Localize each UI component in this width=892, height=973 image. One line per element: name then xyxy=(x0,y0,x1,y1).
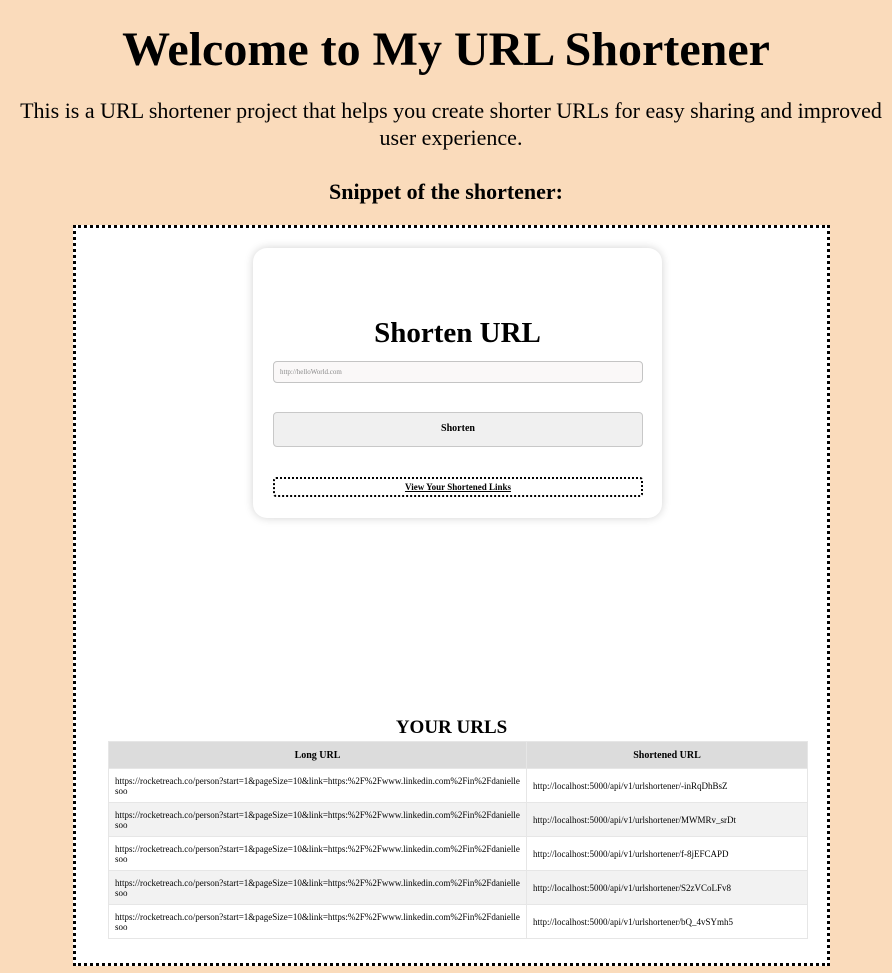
long-url-cell: https://rocketreach.co/person?start=1&pa… xyxy=(108,904,527,939)
view-shortened-links-link[interactable]: View Your Shortened Links xyxy=(273,477,643,497)
url-input[interactable] xyxy=(273,361,643,383)
short-url-cell[interactable]: http://localhost:5000/api/v1/urlshortene… xyxy=(526,802,808,837)
table-row: https://rocketreach.co/person?start=1&pa… xyxy=(108,904,808,939)
snippet-frame: Shorten URL Shorten View Your Shortened … xyxy=(73,225,830,966)
short-url-cell[interactable]: http://localhost:5000/api/v1/urlshortene… xyxy=(526,768,808,803)
urls-table: Long URL Shortened URL https://rocketrea… xyxy=(108,741,808,939)
snippet-heading: Snippet of the shortener: xyxy=(328,179,564,204)
short-url-cell[interactable]: http://localhost:5000/api/v1/urlshortene… xyxy=(526,870,808,905)
shortener-card: Shorten URL Shorten View Your Shortened … xyxy=(253,248,662,518)
long-url-cell: https://rocketreach.co/person?start=1&pa… xyxy=(108,870,527,905)
your-urls-heading: YOUR URLS xyxy=(395,717,508,738)
table-row: https://rocketreach.co/person?start=1&pa… xyxy=(108,870,808,905)
shorten-button[interactable]: Shorten xyxy=(273,412,643,447)
table-header-row: Long URL Shortened URL xyxy=(108,741,808,769)
short-url-cell[interactable]: http://localhost:5000/api/v1/urlshortene… xyxy=(526,836,808,871)
column-header-long-url: Long URL xyxy=(108,741,527,769)
page-title: Welcome to My URL Shortener xyxy=(122,23,770,76)
short-url-cell[interactable]: http://localhost:5000/api/v1/urlshortene… xyxy=(526,904,808,939)
long-url-cell: https://rocketreach.co/person?start=1&pa… xyxy=(108,768,527,803)
long-url-cell: https://rocketreach.co/person?start=1&pa… xyxy=(108,802,527,837)
long-url-cell: https://rocketreach.co/person?start=1&pa… xyxy=(108,836,527,871)
column-header-shortened-url: Shortened URL xyxy=(526,741,808,769)
table-row: https://rocketreach.co/person?start=1&pa… xyxy=(108,836,808,871)
intro-text: This is a URL shortener project that hel… xyxy=(20,98,882,150)
shorten-url-title: Shorten URL xyxy=(374,317,541,349)
table-row: https://rocketreach.co/person?start=1&pa… xyxy=(108,802,808,837)
table-row: https://rocketreach.co/person?start=1&pa… xyxy=(108,768,808,803)
